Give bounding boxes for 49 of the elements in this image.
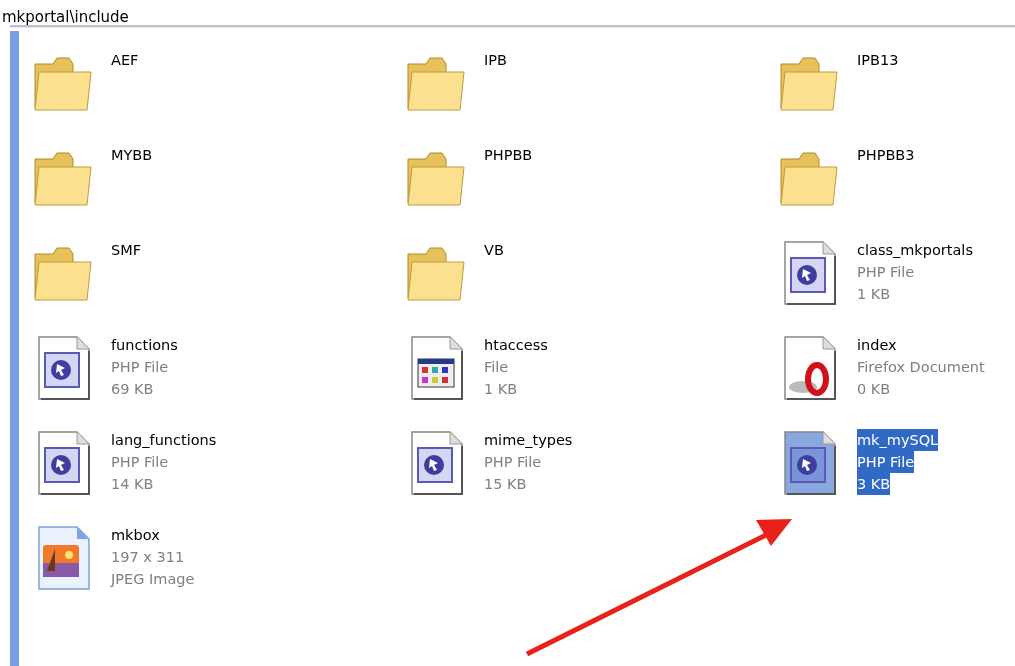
folder-path: mkportal\include (1, 7, 130, 25)
file-item[interactable]: mkbox 197 x 311 JPEG Image (31, 510, 404, 605)
file-name: lang_functions (111, 431, 217, 450)
file-type: PHP File (111, 453, 169, 472)
file-name: functions (111, 336, 178, 355)
file-name: mk_mySQL (857, 429, 939, 451)
file-item[interactable]: VB (404, 225, 777, 320)
file-name: PHPBB3 (857, 146, 915, 165)
file-item[interactable]: htaccess File 1 KB (404, 320, 777, 415)
file-size: JPEG Image (111, 570, 195, 589)
file-item[interactable]: IPB (404, 35, 777, 130)
file-type: 197 x 311 (111, 548, 185, 567)
file-item[interactable]: class_mkportals PHP File 1 KB (777, 225, 1011, 320)
file-name: VB (484, 241, 504, 260)
file-type: PHP File (111, 358, 169, 377)
file-item[interactable]: PHPBB (404, 130, 777, 225)
file-name: IPB13 (857, 51, 899, 70)
file-type: PHP File (857, 263, 915, 282)
file-name: PHPBB (484, 146, 533, 165)
file-name: MYBB (111, 146, 153, 165)
file-type: File (484, 358, 509, 377)
file-size: 69 KB (111, 380, 154, 399)
file-size: 15 KB (484, 475, 527, 494)
file-size: 14 KB (111, 475, 154, 494)
file-name: class_mkportals (857, 241, 973, 260)
file-item[interactable]: index Firefox Document 0 KB (777, 320, 1011, 415)
file-type: PHP File (484, 453, 542, 472)
file-name: index (857, 336, 897, 355)
file-item[interactable]: MYBB (31, 130, 404, 225)
file-type: Firefox Document (857, 358, 985, 377)
file-size: 1 KB (484, 380, 518, 399)
file-item[interactable]: lang_functions PHP File 14 KB (31, 415, 404, 510)
file-type: PHP File (857, 451, 915, 473)
file-item[interactable]: IPB13 (777, 35, 1011, 130)
file-item[interactable]: SMF (31, 225, 404, 320)
file-name: AEF (111, 51, 139, 70)
file-item[interactable]: PHPBB3 (777, 130, 1011, 225)
file-name: htaccess (484, 336, 548, 355)
file-item[interactable]: AEF (31, 35, 404, 130)
file-size: 3 KB (857, 473, 891, 495)
file-name: mkbox (111, 526, 160, 545)
file-item[interactable]: functions PHP File 69 KB (31, 320, 404, 415)
file-name: IPB (484, 51, 507, 70)
file-size: 1 KB (857, 285, 891, 304)
file-name: mime_types (484, 431, 573, 450)
file-size: 0 KB (857, 380, 891, 399)
file-item[interactable]: mk_mySQL PHP File 3 KB (777, 415, 1011, 510)
file-item[interactable]: mime_types PHP File 15 KB (404, 415, 777, 510)
file-name: SMF (111, 241, 142, 260)
